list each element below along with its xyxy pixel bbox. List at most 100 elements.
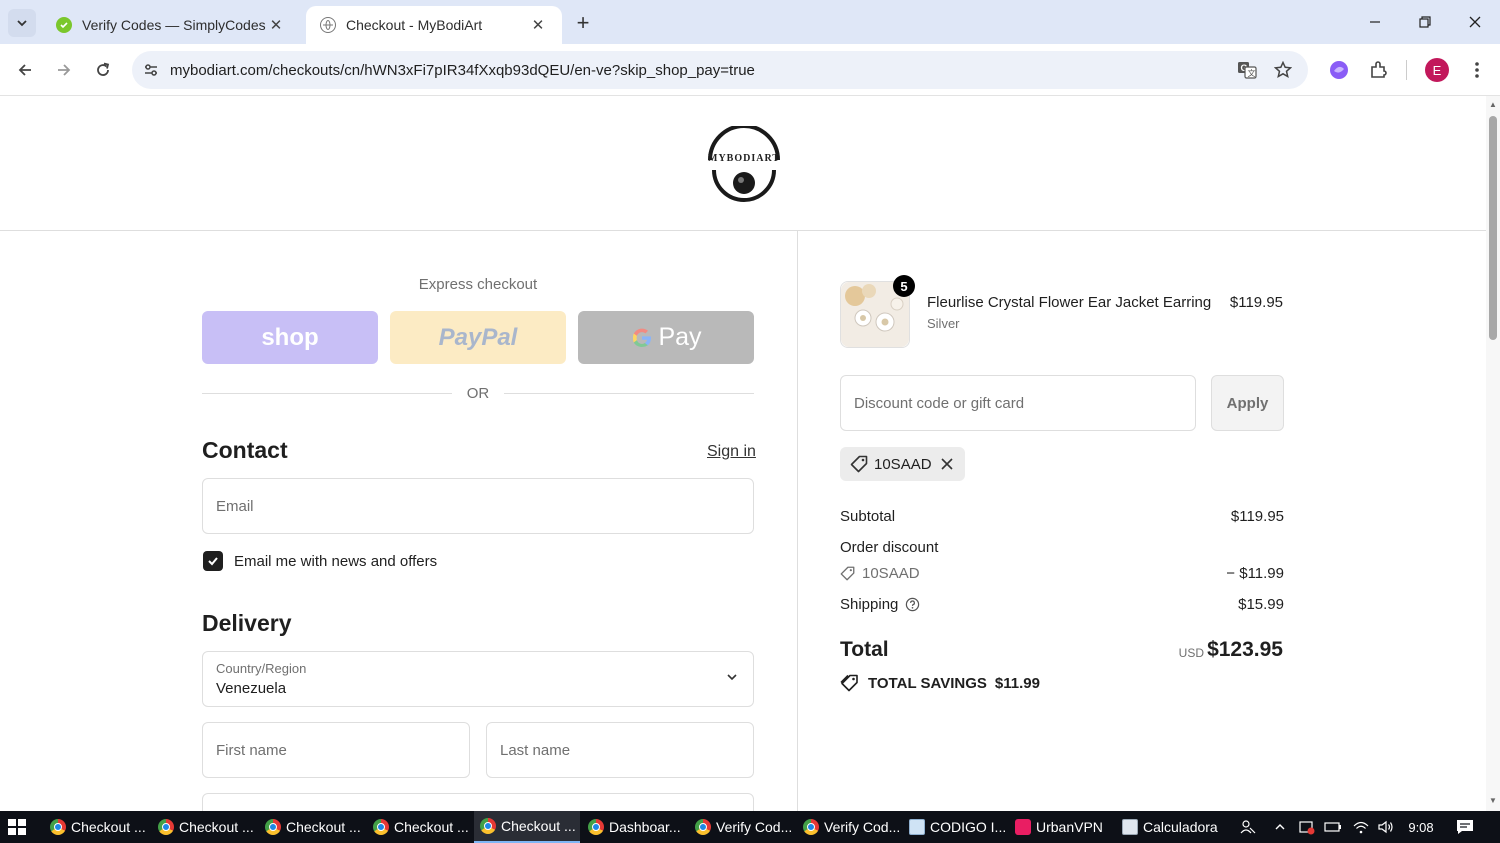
translate-icon[interactable]: G文 — [1230, 51, 1264, 89]
mybodiart-logo[interactable]: MYBODIART — [700, 124, 788, 202]
taskbar-item[interactable]: UrbanVPN — [1009, 811, 1115, 843]
address-field[interactable] — [202, 793, 754, 811]
taskbar-item[interactable]: Calculadora — [1116, 811, 1222, 843]
tab-verify-codes[interactable]: Verify Codes — SimplyCodes ✕ — [42, 6, 300, 44]
apply-discount-button[interactable]: Apply — [1211, 375, 1284, 431]
taskbar-item-label: Checkout ... — [501, 818, 576, 834]
newsletter-checkbox[interactable] — [203, 551, 223, 571]
google-pay-button[interactable]: Pay — [578, 311, 754, 364]
close-tab-icon[interactable]: ✕ — [528, 15, 548, 35]
last-name-placeholder: Last name — [500, 742, 571, 759]
chrome-icon — [480, 818, 496, 834]
restore-button[interactable] — [1400, 0, 1450, 44]
discount-code-field[interactable]: Discount code or gift card — [840, 375, 1196, 431]
chevron-down-icon — [727, 674, 737, 681]
volume-icon[interactable] — [1375, 811, 1397, 843]
new-tab-button[interactable]: + — [570, 10, 596, 36]
shop-pay-button[interactable]: shop — [202, 311, 378, 364]
taskbar-item[interactable]: Checkout ... — [367, 811, 473, 843]
subtotal-value: $119.95 — [1230, 508, 1284, 525]
help-circle-icon[interactable] — [905, 597, 920, 612]
scroll-up-arrow-icon[interactable]: ▲ — [1488, 100, 1498, 110]
store-header: MYBODIART — [0, 96, 1486, 231]
globe-icon — [320, 17, 336, 33]
paypal-button[interactable]: PayPal — [390, 311, 566, 364]
close-window-button[interactable] — [1450, 0, 1500, 44]
battery-icon[interactable] — [1322, 811, 1344, 843]
scrollbar-thumb[interactable] — [1489, 116, 1497, 340]
subtotal-row: Subtotal $119.95 — [840, 508, 1284, 525]
total-currency: USD — [1178, 646, 1204, 660]
wifi-icon[interactable] — [1350, 811, 1372, 843]
shipping-row: Shipping $15.99 — [840, 596, 1284, 613]
country-select[interactable]: Country/Region Venezuela — [202, 651, 754, 707]
taskbar-item[interactable]: Verify Cod... — [797, 811, 903, 843]
last-name-field[interactable]: Last name — [486, 722, 754, 778]
chevron-up-icon[interactable] — [1270, 811, 1290, 843]
taskbar-item-label: Checkout ... — [286, 819, 361, 835]
taskbar-item[interactable]: Checkout ... — [259, 811, 365, 843]
clock[interactable]: 9:08 — [1400, 811, 1442, 843]
applied-code-chip: 10SAAD — [840, 447, 965, 481]
or-divider: OR — [202, 384, 754, 404]
minimize-icon — [1370, 21, 1380, 23]
forward-button[interactable] — [49, 55, 79, 85]
windows-start-icon[interactable] — [8, 819, 26, 835]
address-bar[interactable]: mybodiart.com/checkouts/cn/hWN3xFi7pIR34… — [132, 51, 1308, 89]
double-tag-icon — [840, 674, 858, 692]
discount-code-label: 10SAAD — [862, 565, 920, 582]
site-info-icon[interactable] — [132, 62, 170, 78]
taskbar-item[interactable]: Verify Cod... — [689, 811, 795, 843]
tab-search-button[interactable] — [8, 9, 36, 37]
scroll-down-arrow-icon[interactable]: ▼ — [1488, 796, 1498, 806]
tab-checkout[interactable]: Checkout - MyBodiArt ✕ — [306, 6, 562, 44]
delivery-heading: Delivery — [202, 610, 292, 636]
chrome-icon — [695, 819, 711, 835]
minimize-button[interactable] — [1350, 0, 1400, 44]
discount-value: − $11.99 — [1226, 565, 1284, 582]
tag-icon — [840, 566, 855, 581]
taskbar-item-active[interactable]: Checkout ... — [474, 811, 580, 843]
reload-button[interactable] — [88, 55, 118, 85]
page-scrollbar[interactable]: ▲ ▼ — [1486, 96, 1500, 811]
windows-taskbar: Checkout ... Checkout ... Checkout ... C… — [0, 811, 1500, 843]
taskbar-item-label: Checkout ... — [394, 819, 469, 835]
product-name: Fleurlise Crystal Flower Ear Jacket Earr… — [927, 294, 1212, 311]
back-button[interactable] — [10, 55, 40, 85]
taskbar-item[interactable]: CODIGO I... — [903, 811, 1009, 843]
remove-code-icon[interactable] — [938, 455, 956, 473]
order-summary: 5 Fleurlise Crystal Flower Ear Jacket Ea… — [797, 231, 1486, 811]
reload-icon — [97, 62, 110, 76]
discount-placeholder: Discount code or gift card — [854, 395, 1025, 412]
email-field[interactable]: Email — [202, 478, 754, 534]
total-savings: TOTAL SAVINGS $11.99 — [840, 674, 1040, 692]
chrome-icon — [158, 819, 174, 835]
google-g-icon — [633, 328, 652, 347]
bookmark-star-icon[interactable] — [1266, 51, 1300, 89]
extensions-puzzle-icon[interactable] — [1366, 57, 1392, 83]
taskbar-item[interactable]: Dashboar... — [582, 811, 688, 843]
first-name-placeholder: First name — [216, 742, 287, 759]
taskbar-item[interactable]: Checkout ... — [152, 811, 258, 843]
chrome-icon — [50, 819, 66, 835]
extension-purple-icon[interactable] — [1326, 57, 1352, 83]
first-name-field[interactable]: First name — [202, 722, 470, 778]
logo-wordmark: MYBODIART — [708, 153, 780, 164]
people-icon[interactable] — [1236, 811, 1260, 843]
sign-in-link[interactable]: Sign in — [707, 443, 756, 461]
notifications-icon[interactable] — [1452, 811, 1478, 843]
restore-icon — [1419, 16, 1431, 28]
discount-code-row: 10SAAD − $11.99 — [840, 565, 1284, 582]
chrome-icon — [265, 819, 281, 835]
url-text[interactable]: mybodiart.com/checkouts/cn/hWN3xFi7pIR34… — [170, 62, 1308, 79]
notepad-icon — [909, 819, 925, 835]
taskbar-item[interactable]: Checkout ... — [44, 811, 150, 843]
security-alert-icon[interactable] — [1296, 811, 1318, 843]
taskbar-item-label: Checkout ... — [71, 819, 146, 835]
kebab-menu-icon[interactable] — [1464, 57, 1490, 83]
shop-pay-label: shop — [261, 323, 319, 351]
quantity-badge: 5 — [893, 275, 915, 297]
close-tab-icon[interactable]: ✕ — [266, 15, 286, 35]
profile-avatar[interactable]: E — [1424, 57, 1450, 83]
newsletter-label[interactable]: Email me with news and offers — [234, 553, 437, 570]
